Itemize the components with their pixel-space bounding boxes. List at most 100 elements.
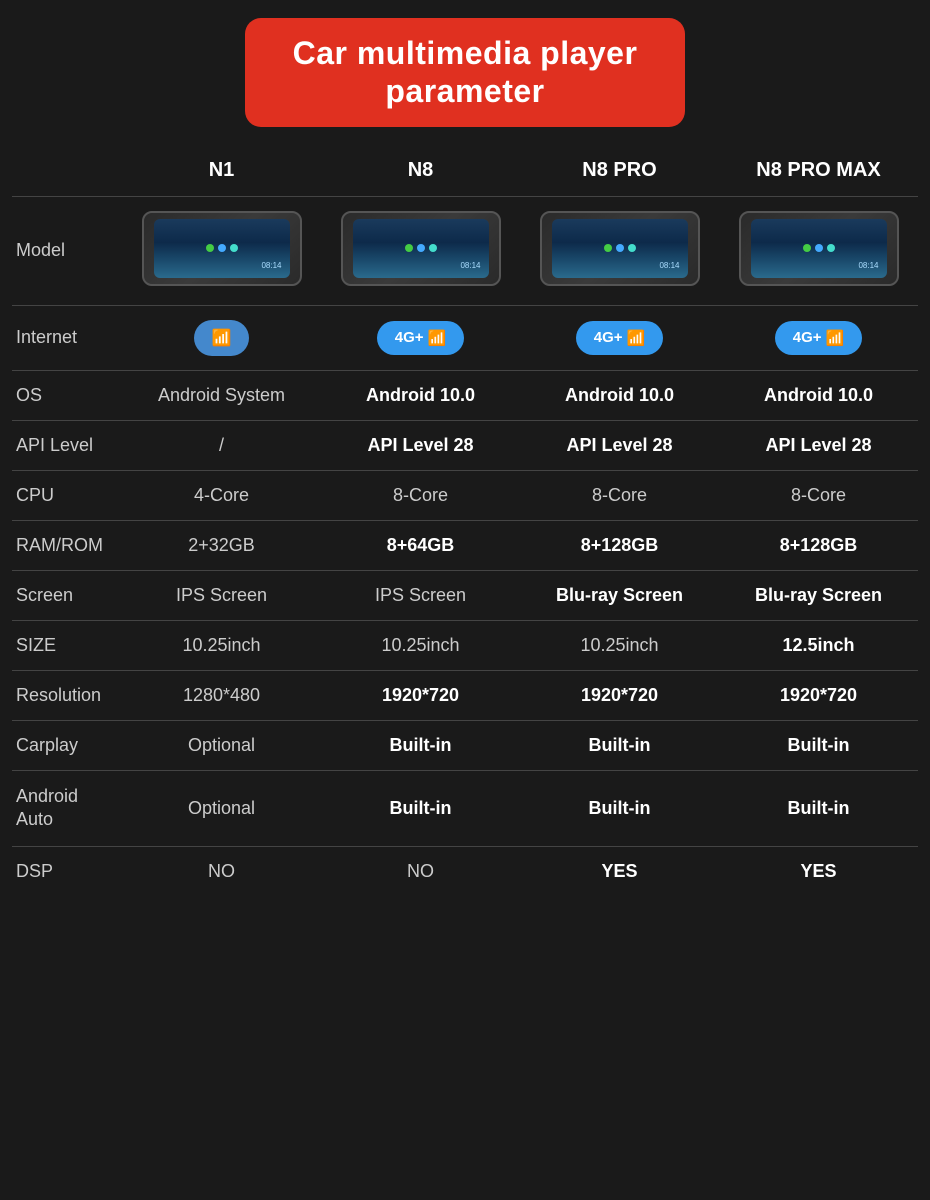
dot-blue-n8pro — [616, 244, 624, 252]
col-header-n1: N1 — [122, 151, 321, 197]
wifi-badge-n1: 📶 — [194, 320, 250, 356]
wifi-symbol-n8promax: 📶 — [826, 329, 845, 347]
column-header-row: N1 N8 N8 PRO N8 PRO MAX — [12, 151, 918, 197]
carplay-row: Carplay Optional Built-in Built-in Built… — [12, 720, 918, 770]
os-n8pro: Android 10.0 — [520, 370, 719, 420]
androidauto-n8pro: Built-in — [520, 770, 719, 846]
dsp-row: DSP NO NO YES YES — [12, 846, 918, 896]
screen-n8promax: Blu-ray Screen — [719, 570, 918, 620]
dot-blue — [218, 244, 226, 252]
androidauto-n8promax: Built-in — [719, 770, 918, 846]
dot-cyan-n8promax — [827, 244, 835, 252]
dot-green-n8promax — [803, 244, 811, 252]
internet-n8-cell: 4G+📶 — [321, 305, 520, 370]
device-img-n8 — [341, 211, 501, 286]
screen-label: Screen — [12, 570, 122, 620]
dsp-n8promax: YES — [719, 846, 918, 896]
os-row: OS Android System Android 10.0 Android 1… — [12, 370, 918, 420]
resolution-n1: 1280*480 — [122, 670, 321, 720]
dot-blue-n8promax — [815, 244, 823, 252]
title-badge: Car multimedia player parameter — [245, 18, 686, 127]
device-img-n8pro — [540, 211, 700, 286]
carplay-label: Carplay — [12, 720, 122, 770]
api-label: API Level — [12, 420, 122, 470]
screen-dots-n1 — [206, 244, 238, 252]
col-header-n8: N8 — [321, 151, 520, 197]
resolution-n8promax: 1920*720 — [719, 670, 918, 720]
carplay-n8promax: Built-in — [719, 720, 918, 770]
dot-green — [206, 244, 214, 252]
cpu-n8promax: 8-Core — [719, 470, 918, 520]
dsp-n8: NO — [321, 846, 520, 896]
col-header-n8pro: N8 PRO — [520, 151, 719, 197]
dot-blue-n8 — [417, 244, 425, 252]
os-n1: Android System — [122, 370, 321, 420]
api-row: API Level / API Level 28 API Level 28 AP… — [12, 420, 918, 470]
dsp-n8pro: YES — [520, 846, 719, 896]
androidauto-n1: Optional — [122, 770, 321, 846]
cpu-row: CPU 4-Core 8-Core 8-Core 8-Core — [12, 470, 918, 520]
ram-n1: 2+32GB — [122, 520, 321, 570]
carplay-n8pro: Built-in — [520, 720, 719, 770]
col-header-n8promax: N8 PRO MAX — [719, 151, 918, 197]
screen-dots-n8pro — [604, 244, 636, 252]
comparison-table: N1 N8 N8 PRO N8 PRO MAX Model — [12, 151, 918, 896]
badge-4g-text-n8pro: 4G+ — [594, 329, 623, 346]
device-img-n8promax — [739, 211, 899, 286]
internet-row: Internet 📶 4G+📶 4G+📶 — [12, 305, 918, 370]
dot-green-n8 — [405, 244, 413, 252]
screen-dots-n8 — [405, 244, 437, 252]
internet-n8pro-cell: 4G+📶 — [520, 305, 719, 370]
badge-4g-n8promax: 4G+📶 — [775, 321, 862, 355]
size-n8: 10.25inch — [321, 620, 520, 670]
size-n1: 10.25inch — [122, 620, 321, 670]
cpu-n1: 4-Core — [122, 470, 321, 520]
badge-4g-text-n8: 4G+ — [395, 329, 424, 346]
api-n8: API Level 28 — [321, 420, 520, 470]
dot-green-n8pro — [604, 244, 612, 252]
header-section: Car multimedia player parameter — [0, 0, 930, 151]
carplay-n8: Built-in — [321, 720, 520, 770]
badge-4g-n8: 4G+📶 — [377, 321, 464, 355]
size-n8promax: 12.5inch — [719, 620, 918, 670]
resolution-label: Resolution — [12, 670, 122, 720]
page-container: Car multimedia player parameter N1 N8 N8… — [0, 0, 930, 916]
col-header-label — [12, 151, 122, 197]
internet-n1-cell: 📶 — [122, 305, 321, 370]
cpu-label: CPU — [12, 470, 122, 520]
model-n1-cell — [122, 196, 321, 305]
size-label: SIZE — [12, 620, 122, 670]
resolution-row: Resolution 1280*480 1920*720 1920*720 19… — [12, 670, 918, 720]
size-n8pro: 10.25inch — [520, 620, 719, 670]
table-wrapper: N1 N8 N8 PRO N8 PRO MAX Model — [0, 151, 930, 916]
dot-cyan — [230, 244, 238, 252]
wifi-symbol-n8: 📶 — [428, 329, 447, 347]
badge-4g-text-n8promax: 4G+ — [793, 329, 822, 346]
dsp-n1: NO — [122, 846, 321, 896]
cpu-n8pro: 8-Core — [520, 470, 719, 520]
screen-n8: IPS Screen — [321, 570, 520, 620]
screen-dots-n8promax — [803, 244, 835, 252]
ram-row: RAM/ROM 2+32GB 8+64GB 8+128GB 8+128GB — [12, 520, 918, 570]
internet-n8promax-cell: 4G+📶 — [719, 305, 918, 370]
os-n8: Android 10.0 — [321, 370, 520, 420]
os-n8promax: Android 10.0 — [719, 370, 918, 420]
ram-n8: 8+64GB — [321, 520, 520, 570]
model-n8-cell — [321, 196, 520, 305]
model-n8pro-cell — [520, 196, 719, 305]
wifi-icon-n1: 📶 — [212, 328, 232, 348]
screen-n8pro: Blu-ray Screen — [520, 570, 719, 620]
resolution-n8pro: 1920*720 — [520, 670, 719, 720]
wifi-symbol-n8pro: 📶 — [627, 329, 646, 347]
dot-cyan-n8pro — [628, 244, 636, 252]
ram-label: RAM/ROM — [12, 520, 122, 570]
internet-label: Internet — [12, 305, 122, 370]
api-n8promax: API Level 28 — [719, 420, 918, 470]
cpu-n8: 8-Core — [321, 470, 520, 520]
model-n8promax-cell — [719, 196, 918, 305]
api-n8pro: API Level 28 — [520, 420, 719, 470]
badge-4g-n8pro: 4G+📶 — [576, 321, 663, 355]
androidauto-label: Android Auto — [12, 770, 122, 846]
dsp-label: DSP — [12, 846, 122, 896]
ram-n8pro: 8+128GB — [520, 520, 719, 570]
